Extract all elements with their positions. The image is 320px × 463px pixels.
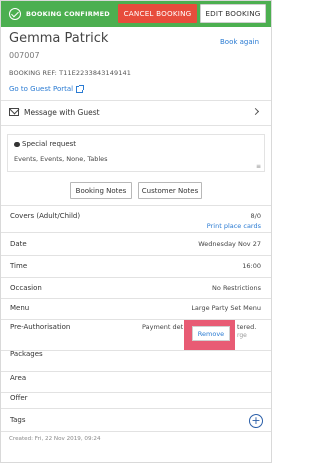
- special-request-title: Special request: [22, 140, 77, 148]
- pre-authorisation-status: Payment det: [142, 323, 184, 331]
- special-request-box[interactable]: Special request Events, Events, None, Ta…: [7, 134, 265, 172]
- booking-notes-button[interactable]: Booking Notes: [70, 182, 132, 199]
- guest-portal-link[interactable]: Go to Guest Portal: [9, 84, 85, 93]
- time-value: 16:00: [242, 262, 261, 270]
- time-row: Time 16:00: [1, 256, 271, 277]
- packages-row: Packages: [1, 350, 271, 371]
- chevron-right-icon: [251, 107, 260, 116]
- print-place-cards-link[interactable]: Print place cards: [207, 222, 261, 230]
- tags-label: Tags: [10, 416, 26, 424]
- divider: [1, 125, 271, 126]
- add-tag-button[interactable]: +: [249, 414, 263, 428]
- guest-name[interactable]: Gemma Patrick: [9, 31, 108, 46]
- menu-row: Menu Large Party Set Menu: [1, 299, 271, 319]
- customer-notes-button[interactable]: Customer Notes: [138, 182, 202, 199]
- occasion-row: Occasion No Restrictions: [1, 278, 271, 298]
- status-label: BOOKING CONFIRMED: [26, 10, 110, 18]
- comment-icon: [14, 142, 20, 147]
- tags-row: Tags: [1, 409, 271, 431]
- divider: [1, 431, 271, 432]
- pre-authorisation-status-end: tered.: [237, 323, 257, 331]
- menu-label: Menu: [10, 304, 30, 312]
- edit-booking-button[interactable]: EDIT BOOKING: [200, 4, 266, 23]
- occasion-label: Occasion: [10, 284, 42, 292]
- date-row: Date Wednesday Nov 27: [1, 233, 271, 255]
- check-circle-icon: [9, 8, 21, 20]
- date-value: Wednesday Nov 27: [198, 240, 261, 248]
- pre-authorisation-charge: rge: [237, 332, 247, 339]
- guest-id: 007007: [9, 51, 40, 60]
- special-request-text: Events, Events, None, Tables: [14, 155, 108, 163]
- created-timestamp: Created: Fri, 22 Nov 2019, 09:24: [9, 436, 101, 442]
- covers-label: Covers (Adult/Child): [10, 212, 81, 220]
- message-guest-label: Message with Guest: [24, 108, 100, 117]
- area-label: Area: [10, 374, 27, 382]
- cancel-booking-button[interactable]: CANCEL BOOKING: [118, 4, 197, 23]
- remove-button[interactable]: Remove: [192, 326, 230, 341]
- offer-label: Offer: [10, 394, 28, 402]
- packages-label: Packages: [10, 350, 43, 358]
- resize-handle-icon[interactable]: ≡: [256, 164, 261, 170]
- envelope-icon: [9, 108, 19, 116]
- guest-portal-label: Go to Guest Portal: [9, 85, 74, 93]
- area-row: Area: [1, 372, 271, 392]
- date-label: Date: [10, 240, 27, 248]
- booking-reference: BOOKING REF: T11E2233843149141: [9, 69, 131, 77]
- time-label: Time: [10, 262, 28, 270]
- message-guest-row[interactable]: Message with Guest: [1, 101, 271, 125]
- book-again-link[interactable]: Book again: [220, 38, 259, 46]
- occasion-value: No Restrictions: [212, 284, 261, 292]
- external-link-icon: [76, 84, 85, 93]
- booking-confirmed-status: BOOKING CONFIRMED: [9, 8, 110, 20]
- menu-value: Large Party Set Menu: [191, 304, 261, 312]
- pre-authorisation-label: Pre-Authorisation: [10, 323, 71, 331]
- covers-value: 8/0: [250, 212, 261, 220]
- covers-row: Covers (Adult/Child) 8/0 Print place car…: [1, 206, 271, 232]
